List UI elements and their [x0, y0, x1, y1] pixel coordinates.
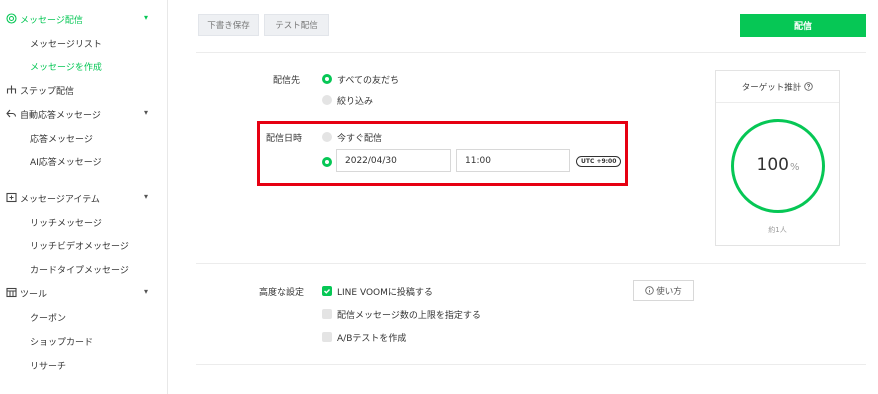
sidebar-item-label: リサーチ	[30, 362, 67, 372]
test-send-button[interactable]: テスト配信	[264, 14, 329, 36]
sidebar-item-label: メッセージを作成	[30, 63, 102, 73]
save-draft-button[interactable]: 下書き保存	[198, 14, 259, 36]
option-all-friends: すべての友だち	[337, 76, 400, 86]
sidebar-group-auto-reply[interactable]: 自動応答メッセージ ▾	[0, 103, 168, 125]
sidebar-group-step[interactable]: ステップ配信	[0, 79, 168, 101]
sidebar-group-label: メッセージアイテム	[20, 195, 100, 205]
help-label: 使い方	[656, 286, 682, 297]
help-button[interactable]: 使い方	[633, 280, 694, 301]
tools-icon	[6, 287, 17, 298]
sidebar-item-label: ショップカード	[30, 338, 94, 348]
advanced-label: 高度な設定	[259, 288, 305, 298]
chevron-down-icon: ▾	[144, 108, 149, 117]
checkbox-line-voom[interactable]	[322, 286, 332, 296]
sidebar-group-label: メッセージ配信	[20, 16, 83, 26]
sidebar-item-message-list[interactable]: メッセージリスト	[0, 33, 168, 53]
divider	[196, 52, 866, 53]
option-filter: 絞り込み	[337, 97, 374, 107]
sidebar-item-research[interactable]: リサーチ	[0, 355, 168, 375]
sidebar-item-ai-reply[interactable]: AI応答メッセージ	[0, 151, 168, 171]
sidebar-group-label: ツール	[20, 290, 48, 300]
broadcast-icon	[6, 13, 17, 24]
option-ab-test: A/Bテストを作成	[337, 334, 407, 344]
reply-icon	[6, 108, 17, 119]
sidebar-item-create-message[interactable]: メッセージを作成	[0, 56, 168, 76]
recipients-label: 配信先	[273, 76, 301, 86]
target-estimate-card: ターゲット推計 100 % 約1人	[715, 70, 840, 246]
option-line-voom: LINE VOOMに投稿する	[337, 288, 433, 298]
sidebar-item-shop-card[interactable]: ショップカード	[0, 331, 168, 351]
sidebar-item-card-type[interactable]: カードタイプメッセージ	[0, 259, 168, 279]
target-count: 約1人	[768, 226, 787, 234]
divider	[196, 263, 866, 264]
sidebar-item-label: リッチメッセージ	[30, 219, 102, 229]
sidebar-group-message-items[interactable]: メッセージアイテム ▾	[0, 187, 168, 209]
check-icon	[324, 289, 331, 294]
sidebar-item-label: クーポン	[30, 314, 67, 324]
checkbox-ab-test[interactable]	[322, 332, 332, 342]
divider	[196, 364, 866, 365]
chevron-down-icon: ▾	[144, 192, 149, 201]
option-message-limit: 配信メッセージ数の上限を指定する	[337, 311, 481, 321]
sidebar-item-coupon[interactable]: クーポン	[0, 307, 168, 327]
sidebar-group-broadcast[interactable]: メッセージ配信 ▾	[0, 8, 168, 30]
sidebar-item-label: リッチビデオメッセージ	[30, 242, 129, 252]
info-icon	[645, 286, 654, 295]
sidebar-item-reply-message[interactable]: 応答メッセージ	[0, 128, 168, 148]
highlight-box	[257, 121, 628, 186]
radio-filter[interactable]	[322, 95, 332, 105]
target-percent: 100	[756, 155, 789, 175]
target-title: ターゲット推計	[741, 82, 802, 93]
radio-all-friends[interactable]	[322, 74, 332, 84]
sidebar-group-label: 自動応答メッセージ	[20, 111, 101, 121]
help-icon[interactable]	[804, 82, 813, 91]
send-button[interactable]: 配信	[740, 14, 866, 37]
chevron-down-icon: ▾	[144, 287, 149, 296]
chevron-down-icon: ▾	[144, 13, 149, 22]
sidebar-group-tools[interactable]: ツール ▾	[0, 282, 168, 304]
sidebar-item-rich-message[interactable]: リッチメッセージ	[0, 212, 168, 232]
sidebar-item-label: メッセージリスト	[30, 40, 102, 50]
sidebar-group-label: ステップ配信	[20, 87, 75, 97]
checkbox-message-limit[interactable]	[322, 309, 332, 319]
step-icon	[6, 84, 17, 95]
target-percent-unit: %	[789, 162, 800, 173]
target-header: ターゲット推計	[716, 71, 839, 103]
sidebar-item-rich-video[interactable]: リッチビデオメッセージ	[0, 235, 168, 255]
sidebar-item-label: 応答メッセージ	[30, 135, 93, 145]
sidebar-item-label: AI応答メッセージ	[30, 158, 102, 168]
sidebar-item-label: カードタイプメッセージ	[30, 266, 129, 276]
message-item-icon	[6, 192, 17, 203]
sidebar: メッセージ配信 ▾ メッセージリスト メッセージを作成 ステップ配信 自動応答メ…	[0, 0, 168, 394]
target-percent-ring: 100 %	[731, 119, 825, 213]
